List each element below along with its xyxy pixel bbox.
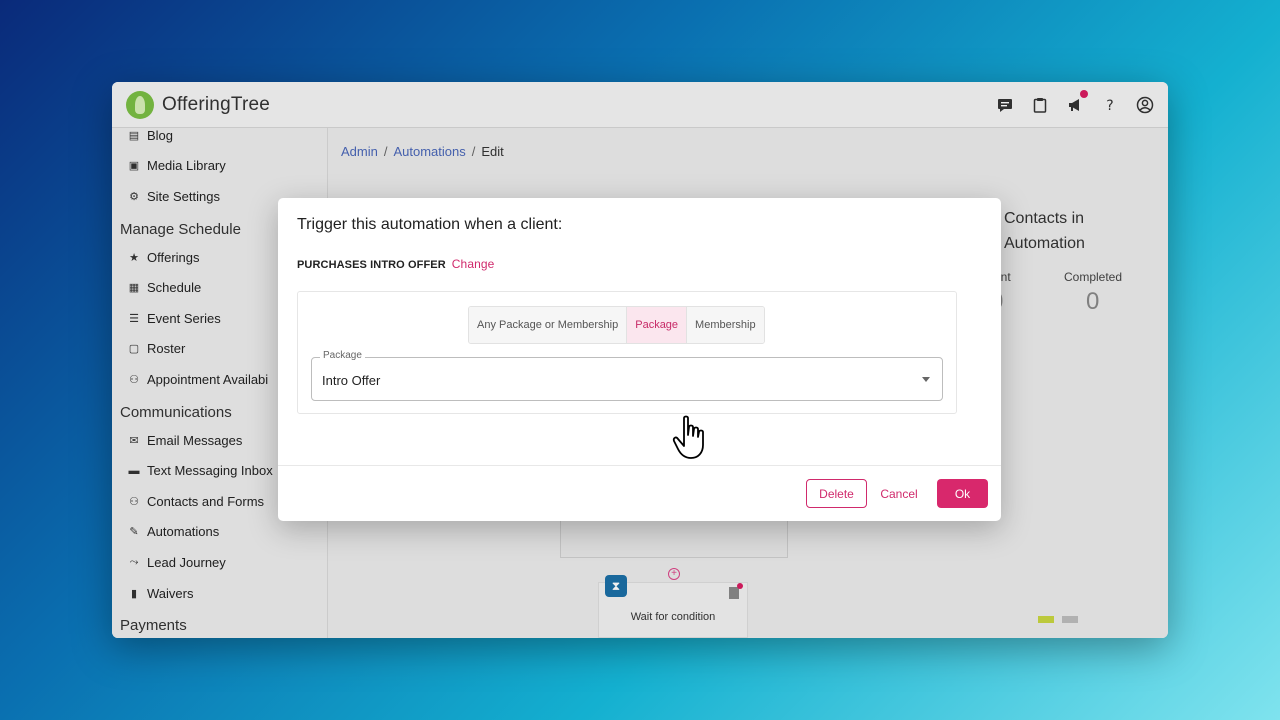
tab-membership[interactable]: Membership: [687, 307, 764, 343]
package-select-label: Package: [320, 350, 365, 361]
hand-cursor-icon: [672, 415, 708, 461]
delete-button[interactable]: Delete: [806, 479, 867, 508]
dialog-divider: [278, 465, 1001, 466]
trigger-dialog: Trigger this automation when a client: P…: [278, 198, 1001, 521]
caret-down-icon: [922, 377, 930, 382]
package-select-value: Intro Offer: [322, 373, 381, 388]
package-panel: Any Package or Membership Package Member…: [297, 291, 957, 414]
dialog-title: Trigger this automation when a client:: [297, 216, 563, 233]
change-trigger-link[interactable]: Change: [452, 257, 495, 271]
package-type-tabs: Any Package or Membership Package Member…: [468, 306, 765, 344]
package-select[interactable]: Package Intro Offer: [311, 350, 943, 401]
tab-any-package-or-membership[interactable]: Any Package or Membership: [469, 307, 628, 343]
trigger-type: PURCHASES INTRO OFFER: [297, 259, 446, 271]
cancel-button[interactable]: Cancel: [878, 479, 920, 508]
tab-package[interactable]: Package: [627, 307, 688, 343]
ok-button[interactable]: Ok: [937, 479, 988, 508]
trigger-row: PURCHASES INTRO OFFER Change: [297, 257, 494, 271]
